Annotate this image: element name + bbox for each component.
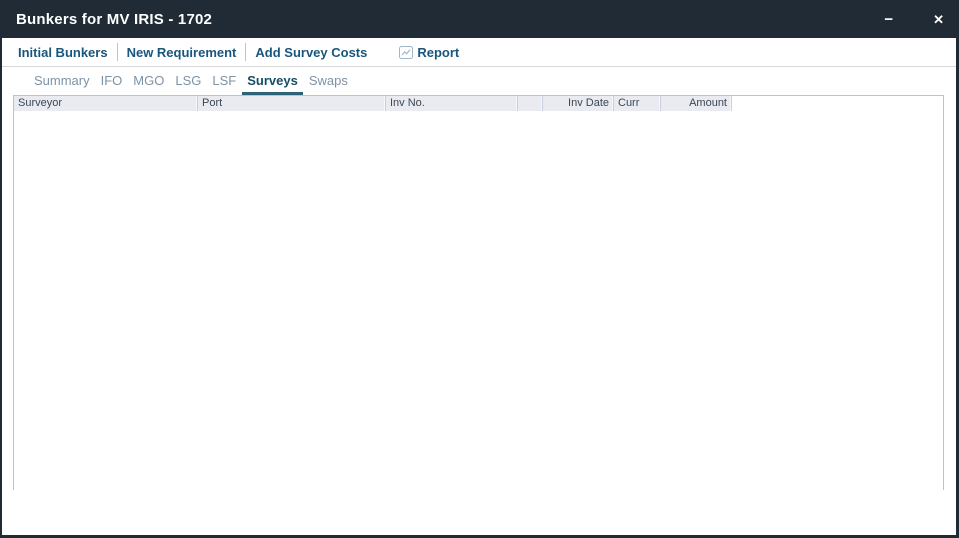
grid-header-row: Surveyor Port Inv No. Inv Date Curr Amou… <box>14 96 943 111</box>
tab-summary[interactable]: Summary <box>29 68 95 95</box>
toolbar-separator <box>117 43 118 61</box>
column-header-inv-no[interactable]: Inv No. <box>386 96 518 111</box>
minimize-icon[interactable]: − <box>884 12 893 27</box>
title-bar: Bunkers for MV IRIS - 1702 − ✕ <box>0 0 959 38</box>
tab-bar: Summary IFO MGO LSG LSF Surveys Swaps <box>2 68 956 95</box>
line-chart-icon <box>399 46 413 59</box>
column-header-surveyor[interactable]: Surveyor <box>14 96 198 111</box>
report-button-label: Report <box>417 45 459 60</box>
tab-mgo[interactable]: MGO <box>128 68 169 95</box>
tab-ifo[interactable]: IFO <box>96 68 128 95</box>
tab-swaps[interactable]: Swaps <box>304 68 353 95</box>
add-survey-costs-button[interactable]: Add Survey Costs <box>255 45 367 60</box>
tab-lsf[interactable]: LSF <box>207 68 241 95</box>
report-button[interactable]: Report <box>399 45 459 60</box>
toolbar: Initial Bunkers New Requirement Add Surv… <box>2 38 956 67</box>
bunkers-window: Bunkers for MV IRIS - 1702 − ✕ Initial B… <box>0 0 959 538</box>
tab-lsg[interactable]: LSG <box>170 68 206 95</box>
tab-surveys[interactable]: Surveys <box>242 68 303 95</box>
close-icon[interactable]: ✕ <box>933 13 944 26</box>
surveys-grid-panel: Surveyor Port Inv No. Inv Date Curr Amou… <box>13 95 944 490</box>
window-title: Bunkers for MV IRIS - 1702 <box>16 11 884 28</box>
new-requirement-button[interactable]: New Requirement <box>127 45 237 60</box>
column-header-amount[interactable]: Amount <box>661 96 732 111</box>
toolbar-separator <box>245 43 246 61</box>
window-controls: − ✕ <box>884 12 944 27</box>
window-border-left <box>0 0 2 538</box>
column-header-port[interactable]: Port <box>198 96 386 111</box>
column-header-inv-date[interactable]: Inv Date <box>543 96 614 111</box>
column-header-curr[interactable]: Curr <box>614 96 661 111</box>
initial-bunkers-button[interactable]: Initial Bunkers <box>18 45 108 60</box>
column-header-spacer <box>518 96 543 111</box>
grid-body-empty[interactable] <box>14 111 943 491</box>
